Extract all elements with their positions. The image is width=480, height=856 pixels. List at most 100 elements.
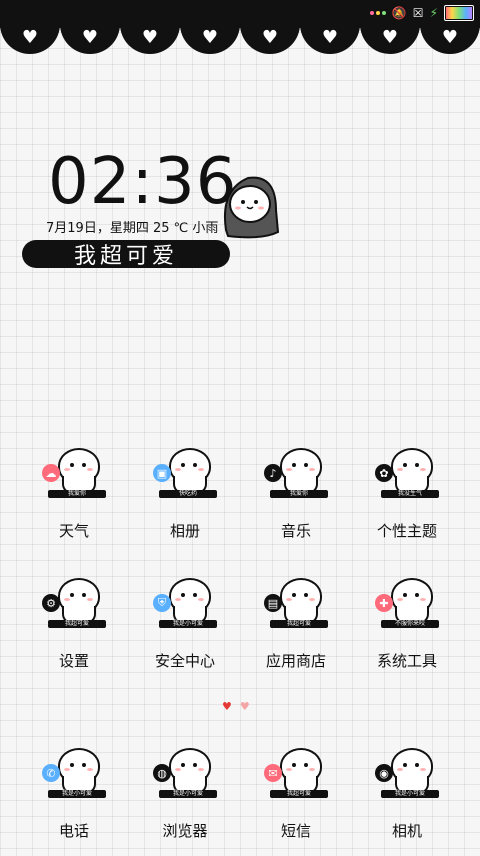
app-label: 应用商店 xyxy=(265,652,326,670)
mascot-icon: ✿ 我没生气 xyxy=(375,446,439,506)
app-icon[interactable]: ✚ 不服你来咬 系统工具 xyxy=(352,576,462,686)
eye xyxy=(70,593,74,597)
mascot-icon: ☁ 我爱你 xyxy=(42,446,106,506)
scallop-border: ♥ ♥ ♥ ♥ ♥ ♥ ♥ ♥ xyxy=(0,22,480,54)
app-label: 安全中心 xyxy=(154,652,215,670)
app-icon[interactable]: ♪ 我爱你 音乐 xyxy=(241,446,351,556)
date-weather[interactable]: 7月19日，星期四 25 ℃ 小雨 xyxy=(46,217,218,236)
blush xyxy=(64,598,70,601)
mascot-icon: ✆ 我是小可爱 xyxy=(42,746,106,806)
mascot-tag: 我爱你 xyxy=(48,490,106,498)
mascot-tag: 我超可爱 xyxy=(270,790,328,798)
mascot-icon: ◍ 我是小可爱 xyxy=(153,746,217,806)
eye xyxy=(292,463,296,467)
eye xyxy=(403,763,407,767)
signal-dots-icon xyxy=(369,11,386,15)
mascot-tag: 我是小可爱 xyxy=(381,790,439,798)
music-note-icon: ♪ xyxy=(264,464,282,482)
app-label: 天气 xyxy=(58,522,89,540)
hooded-mascot-icon xyxy=(224,176,280,239)
app-icon[interactable]: ⚙ 我超可爱 设置 xyxy=(19,576,129,686)
mascot-tag: 我爱你 xyxy=(270,490,328,498)
tools-icon: ✚ xyxy=(375,594,393,612)
app-icon[interactable]: ✆ 我是小可爱 电话 xyxy=(19,746,129,856)
eye xyxy=(304,763,308,767)
gear-icon: ⚙ xyxy=(42,594,60,612)
page-dot-active-icon[interactable]: ♥ xyxy=(222,700,232,713)
heart-icon: ♥ xyxy=(81,27,99,48)
heart-icon: ♥ xyxy=(201,27,219,48)
mascot-tag: 我是小可爱 xyxy=(159,620,217,628)
charging-bolt-icon: ⚡ xyxy=(429,6,438,20)
shield-icon: ⛨ xyxy=(153,594,171,612)
blush xyxy=(87,598,93,601)
app-label: 浏览器 xyxy=(162,822,208,840)
blush xyxy=(420,468,426,471)
eye xyxy=(70,763,74,767)
app-icon[interactable]: ☁ 我爱你 天气 xyxy=(19,446,129,556)
dot xyxy=(375,11,380,15)
mascot-tag: 我是小可爱 xyxy=(159,790,217,798)
eye xyxy=(415,763,419,767)
eye xyxy=(304,463,308,467)
app-label: 系统工具 xyxy=(376,652,437,670)
eye xyxy=(193,763,197,767)
blush xyxy=(286,768,292,771)
heart-icon: ♥ xyxy=(381,27,399,48)
mascot-icon: ♪ 我爱你 xyxy=(264,446,328,506)
app-icon[interactable]: ✿ 我没生气 个性主题 xyxy=(352,446,462,556)
eye xyxy=(193,463,197,467)
phone-icon: ✆ xyxy=(42,764,60,782)
heart-icon: ♥ xyxy=(21,27,39,48)
message-icon: ✉ xyxy=(264,764,282,782)
blush xyxy=(87,468,93,471)
heart-icon: ♥ xyxy=(441,27,459,48)
eye xyxy=(82,463,86,467)
app-icon[interactable]: ▣ 快吃药 相册 xyxy=(130,446,240,556)
page-dot-inactive-icon[interactable]: ♥ xyxy=(240,700,250,713)
heart-icon: ♥ xyxy=(141,27,159,48)
mascot-icon: ▣ 快吃药 xyxy=(153,446,217,506)
app-icon[interactable]: ◍ 我是小可爱 浏览器 xyxy=(130,746,240,856)
blush xyxy=(397,598,403,601)
clock-time[interactable]: 02:36 xyxy=(48,150,237,214)
mascot-tag: 我是小可爱 xyxy=(48,790,106,798)
app-icon[interactable]: ◉ 我是小可爱 相机 xyxy=(352,746,462,856)
heart-icon: ♥ xyxy=(261,27,279,48)
eye xyxy=(415,463,419,467)
app-label: 音乐 xyxy=(280,522,311,540)
blush xyxy=(198,598,204,601)
eye xyxy=(193,593,197,597)
app-label: 相机 xyxy=(391,822,422,840)
eye xyxy=(292,593,296,597)
app-label: 电话 xyxy=(58,822,89,840)
mascot-tag: 我超可爱 xyxy=(48,620,106,628)
blush xyxy=(309,768,315,771)
palette-icon: ✿ xyxy=(375,464,393,482)
mascot-tag: 我没生气 xyxy=(381,490,439,498)
blush xyxy=(198,468,204,471)
blush xyxy=(175,598,181,601)
shop-icon: ▤ xyxy=(264,594,282,612)
blush xyxy=(198,768,204,771)
status-icons: 🔕 ☒ ⚡ xyxy=(369,5,474,21)
blush xyxy=(175,768,181,771)
page-indicator[interactable]: ♥ ♥ xyxy=(222,700,250,713)
eye xyxy=(70,463,74,467)
eye xyxy=(181,763,185,767)
app-label: 个性主题 xyxy=(376,522,437,540)
blush xyxy=(309,598,315,601)
mascot-tag: 不服你来咬 xyxy=(381,620,439,628)
app-icon[interactable]: ⛨ 我是小可爱 安全中心 xyxy=(130,576,240,686)
mascot-tag: 我超可爱 xyxy=(270,620,328,628)
heart-icon: ♥ xyxy=(321,27,339,48)
eye xyxy=(304,593,308,597)
app-label: 相册 xyxy=(169,522,200,540)
camera-icon: ◉ xyxy=(375,764,393,782)
mascot-icon: ✚ 不服你来咬 xyxy=(375,576,439,636)
app-icon[interactable]: ✉ 我超可爱 短信 xyxy=(241,746,351,856)
blush xyxy=(420,768,426,771)
mascot-tag: 快吃药 xyxy=(159,490,217,498)
eye xyxy=(403,463,407,467)
app-icon[interactable]: ▤ 我超可爱 应用商店 xyxy=(241,576,351,686)
